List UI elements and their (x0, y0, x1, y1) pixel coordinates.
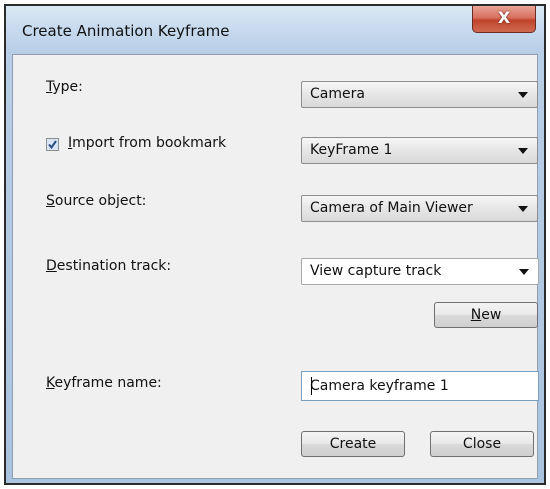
dialog-body: Type: Camera Import from bookmark KeyFra… (12, 54, 539, 479)
source-object-label: Source object: (46, 193, 147, 209)
checkmark-icon (47, 139, 58, 150)
close-window-button[interactable]: X (472, 6, 536, 33)
bookmark-dropdown-value: KeyFrame 1 (310, 142, 393, 158)
type-dropdown[interactable]: Camera (301, 81, 538, 108)
destination-track-label: Destination track: (46, 258, 172, 274)
new-track-button[interactable]: New (434, 302, 538, 328)
import-from-bookmark-checkbox[interactable] (46, 138, 59, 151)
import-from-bookmark-label[interactable]: Import from bookmark (68, 135, 226, 151)
create-button[interactable]: Create (301, 431, 405, 457)
bookmark-dropdown[interactable]: KeyFrame 1 (301, 137, 538, 164)
source-object-dropdown[interactable]: Camera of Main Viewer (301, 195, 538, 222)
close-button[interactable]: Close (430, 431, 534, 457)
keyframe-name-input[interactable]: Camera keyframe 1 (301, 371, 539, 401)
keyframe-name-value: Camera keyframe 1 (310, 378, 449, 394)
destination-track-dropdown[interactable]: View capture track (301, 258, 539, 285)
type-label: Type: (46, 79, 83, 95)
dropdown-arrow-icon (518, 206, 528, 212)
dropdown-arrow-icon (518, 148, 528, 154)
keyframe-name-label: Keyframe name: (46, 375, 162, 391)
title-bar[interactable]: Create Animation Keyframe X (6, 6, 544, 54)
dropdown-arrow-icon (518, 92, 528, 98)
close-icon: X (497, 8, 511, 27)
dropdown-arrow-icon (519, 269, 529, 275)
destination-track-dropdown-value: View capture track (310, 263, 442, 279)
text-caret (311, 377, 312, 395)
source-object-dropdown-value: Camera of Main Viewer (310, 200, 473, 216)
dialog-window: Create Animation Keyframe X Type: Camera… (4, 4, 546, 485)
type-dropdown-value: Camera (310, 86, 365, 102)
window-title: Create Animation Keyframe (22, 22, 230, 40)
